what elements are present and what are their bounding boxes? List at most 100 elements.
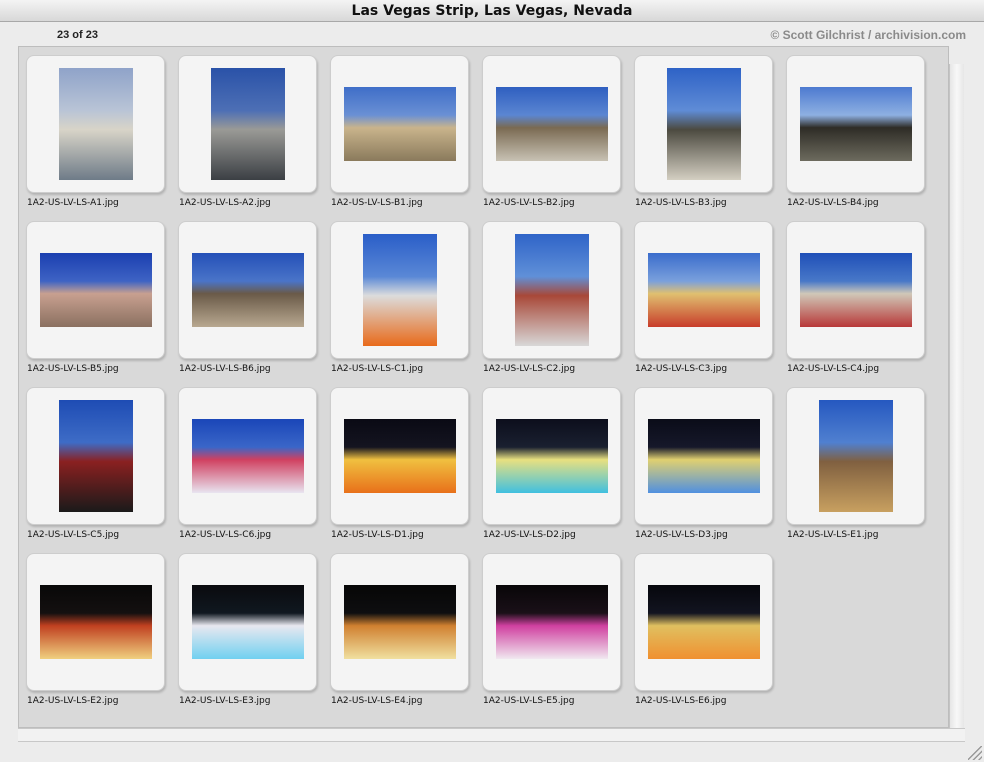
slide-frame[interactable]	[786, 221, 925, 359]
thumbnail-item[interactable]: 1A2-US-LV-LS-D2.jpg	[475, 379, 623, 540]
thumbnail-item[interactable]: 1A2-US-LV-LS-D3.jpg	[627, 379, 775, 540]
thumbnail-filename: 1A2-US-LV-LS-D2.jpg	[483, 530, 576, 540]
slide-frame[interactable]	[634, 553, 773, 691]
thumbnail-filename: 1A2-US-LV-LS-E1.jpg	[787, 530, 879, 540]
thumbnail-filename: 1A2-US-LV-LS-E3.jpg	[179, 696, 271, 706]
slide-frame[interactable]	[482, 221, 621, 359]
thumbnail-filename: 1A2-US-LV-LS-A2.jpg	[179, 198, 271, 208]
slide-frame[interactable]	[634, 55, 773, 193]
photo-thumbnail[interactable]	[495, 87, 608, 161]
thumbnail-filename: 1A2-US-LV-LS-C2.jpg	[483, 364, 576, 374]
slide-frame[interactable]	[178, 55, 317, 193]
photo-thumbnail[interactable]	[39, 253, 152, 327]
thumbnail-item[interactable]: 1A2-US-LV-LS-C5.jpg	[19, 379, 167, 540]
slide-frame[interactable]	[482, 55, 621, 193]
thumbnail-item[interactable]: 1A2-US-LV-LS-E1.jpg	[779, 379, 927, 540]
thumbnail-filename: 1A2-US-LV-LS-C6.jpg	[179, 530, 272, 540]
thumbnail-item[interactable]: 1A2-US-LV-LS-B6.jpg	[171, 213, 319, 374]
photo-thumbnail[interactable]	[495, 419, 608, 493]
thumbnail-filename: 1A2-US-LV-LS-E6.jpg	[635, 696, 727, 706]
photo-thumbnail[interactable]	[58, 68, 133, 180]
thumbnail-item[interactable]: 1A2-US-LV-LS-E4.jpg	[323, 545, 471, 706]
thumbnail-filename: 1A2-US-LV-LS-B5.jpg	[27, 364, 119, 374]
photo-thumbnail[interactable]	[647, 419, 760, 493]
thumbnail-item[interactable]: 1A2-US-LV-LS-D1.jpg	[323, 379, 471, 540]
photo-thumbnail[interactable]	[58, 400, 133, 512]
slide-frame[interactable]	[482, 553, 621, 691]
window-title-bar[interactable]: Las Vegas Strip, Las Vegas, Nevada	[0, 0, 984, 22]
thumbnail-item[interactable]: 1A2-US-LV-LS-C2.jpg	[475, 213, 623, 374]
slide-frame[interactable]	[26, 387, 165, 525]
slide-frame[interactable]	[26, 221, 165, 359]
thumbnail-item[interactable]: 1A2-US-LV-LS-B3.jpg	[627, 47, 775, 208]
thumbnail-filename: 1A2-US-LV-LS-E5.jpg	[483, 696, 575, 706]
photo-thumbnail[interactable]	[343, 585, 456, 659]
slide-frame[interactable]	[330, 55, 469, 193]
photo-thumbnail[interactable]	[799, 253, 912, 327]
slide-frame[interactable]	[178, 221, 317, 359]
slide-frame[interactable]	[26, 55, 165, 193]
thumbnail-filename: 1A2-US-LV-LS-C5.jpg	[27, 530, 120, 540]
thumbnail-item[interactable]: 1A2-US-LV-LS-B4.jpg	[779, 47, 927, 208]
thumbnail-filename: 1A2-US-LV-LS-B3.jpg	[635, 198, 727, 208]
thumbnail-filename: 1A2-US-LV-LS-D3.jpg	[635, 530, 728, 540]
thumbnail-item[interactable]: 1A2-US-LV-LS-C3.jpg	[627, 213, 775, 374]
slide-frame[interactable]	[634, 387, 773, 525]
slide-frame[interactable]	[330, 221, 469, 359]
photo-thumbnail[interactable]	[495, 585, 608, 659]
vertical-scrollbar[interactable]	[949, 64, 964, 728]
thumbnail-filename: 1A2-US-LV-LS-E4.jpg	[331, 696, 423, 706]
header-bar: 23 of 23 © Scott Gilchrist / archivision…	[0, 22, 984, 46]
horizontal-scrollbar[interactable]	[18, 728, 965, 742]
thumbnail-filename: 1A2-US-LV-LS-B4.jpg	[787, 198, 879, 208]
thumbnail-item[interactable]: 1A2-US-LV-LS-E6.jpg	[627, 545, 775, 706]
thumbnail-filename: 1A2-US-LV-LS-E2.jpg	[27, 696, 119, 706]
slide-frame[interactable]	[482, 387, 621, 525]
thumbnail-item[interactable]: 1A2-US-LV-LS-B2.jpg	[475, 47, 623, 208]
photo-thumbnail[interactable]	[799, 87, 912, 161]
slide-frame[interactable]	[26, 553, 165, 691]
thumbnail-item[interactable]: 1A2-US-LV-LS-B1.jpg	[323, 47, 471, 208]
slide-frame[interactable]	[786, 387, 925, 525]
thumbnail-filename: 1A2-US-LV-LS-D1.jpg	[331, 530, 424, 540]
photo-thumbnail[interactable]	[191, 585, 304, 659]
window-title: Las Vegas Strip, Las Vegas, Nevada	[351, 3, 633, 19]
thumbnail-item[interactable]: 1A2-US-LV-LS-A2.jpg	[171, 47, 319, 208]
photo-thumbnail[interactable]	[818, 400, 893, 512]
photo-thumbnail[interactable]	[514, 234, 589, 346]
thumbnail-item[interactable]: 1A2-US-LV-LS-E5.jpg	[475, 545, 623, 706]
thumbnail-filename: 1A2-US-LV-LS-B6.jpg	[179, 364, 271, 374]
thumbnail-filename: 1A2-US-LV-LS-B2.jpg	[483, 198, 575, 208]
thumbnail-item[interactable]: 1A2-US-LV-LS-B5.jpg	[19, 213, 167, 374]
photo-thumbnail[interactable]	[191, 253, 304, 327]
photo-thumbnail[interactable]	[210, 68, 285, 180]
photo-thumbnail[interactable]	[39, 585, 152, 659]
thumbnail-item[interactable]: 1A2-US-LV-LS-C1.jpg	[323, 213, 471, 374]
slide-frame[interactable]	[330, 387, 469, 525]
slide-frame[interactable]	[786, 55, 925, 193]
thumbnail-item[interactable]: 1A2-US-LV-LS-C4.jpg	[779, 213, 927, 374]
slide-frame[interactable]	[330, 553, 469, 691]
copyright-notice: © Scott Gilchrist / archivision.com	[770, 28, 966, 42]
thumbnail-filename: 1A2-US-LV-LS-C4.jpg	[787, 364, 880, 374]
photo-thumbnail[interactable]	[647, 253, 760, 327]
thumbnail-filename: 1A2-US-LV-LS-B1.jpg	[331, 198, 423, 208]
slide-frame[interactable]	[178, 387, 317, 525]
thumbnail-grid: 1A2-US-LV-LS-A1.jpg 1A2-US-LV-LS-A2.jpg 1A…	[18, 46, 949, 728]
thumbnail-item[interactable]: 1A2-US-LV-LS-A1.jpg	[19, 47, 167, 208]
photo-thumbnail[interactable]	[666, 68, 741, 180]
image-count: 23 of 23	[57, 29, 98, 41]
resize-grip-icon[interactable]	[968, 746, 982, 760]
photo-thumbnail[interactable]	[343, 87, 456, 161]
slide-frame[interactable]	[178, 553, 317, 691]
slide-frame[interactable]	[634, 221, 773, 359]
thumbnail-item[interactable]: 1A2-US-LV-LS-E3.jpg	[171, 545, 319, 706]
thumbnail-filename: 1A2-US-LV-LS-C3.jpg	[635, 364, 728, 374]
photo-thumbnail[interactable]	[647, 585, 760, 659]
thumbnail-filename: 1A2-US-LV-LS-C1.jpg	[331, 364, 424, 374]
photo-thumbnail[interactable]	[362, 234, 437, 346]
thumbnail-item[interactable]: 1A2-US-LV-LS-E2.jpg	[19, 545, 167, 706]
photo-thumbnail[interactable]	[343, 419, 456, 493]
thumbnail-item[interactable]: 1A2-US-LV-LS-C6.jpg	[171, 379, 319, 540]
photo-thumbnail[interactable]	[191, 419, 304, 493]
